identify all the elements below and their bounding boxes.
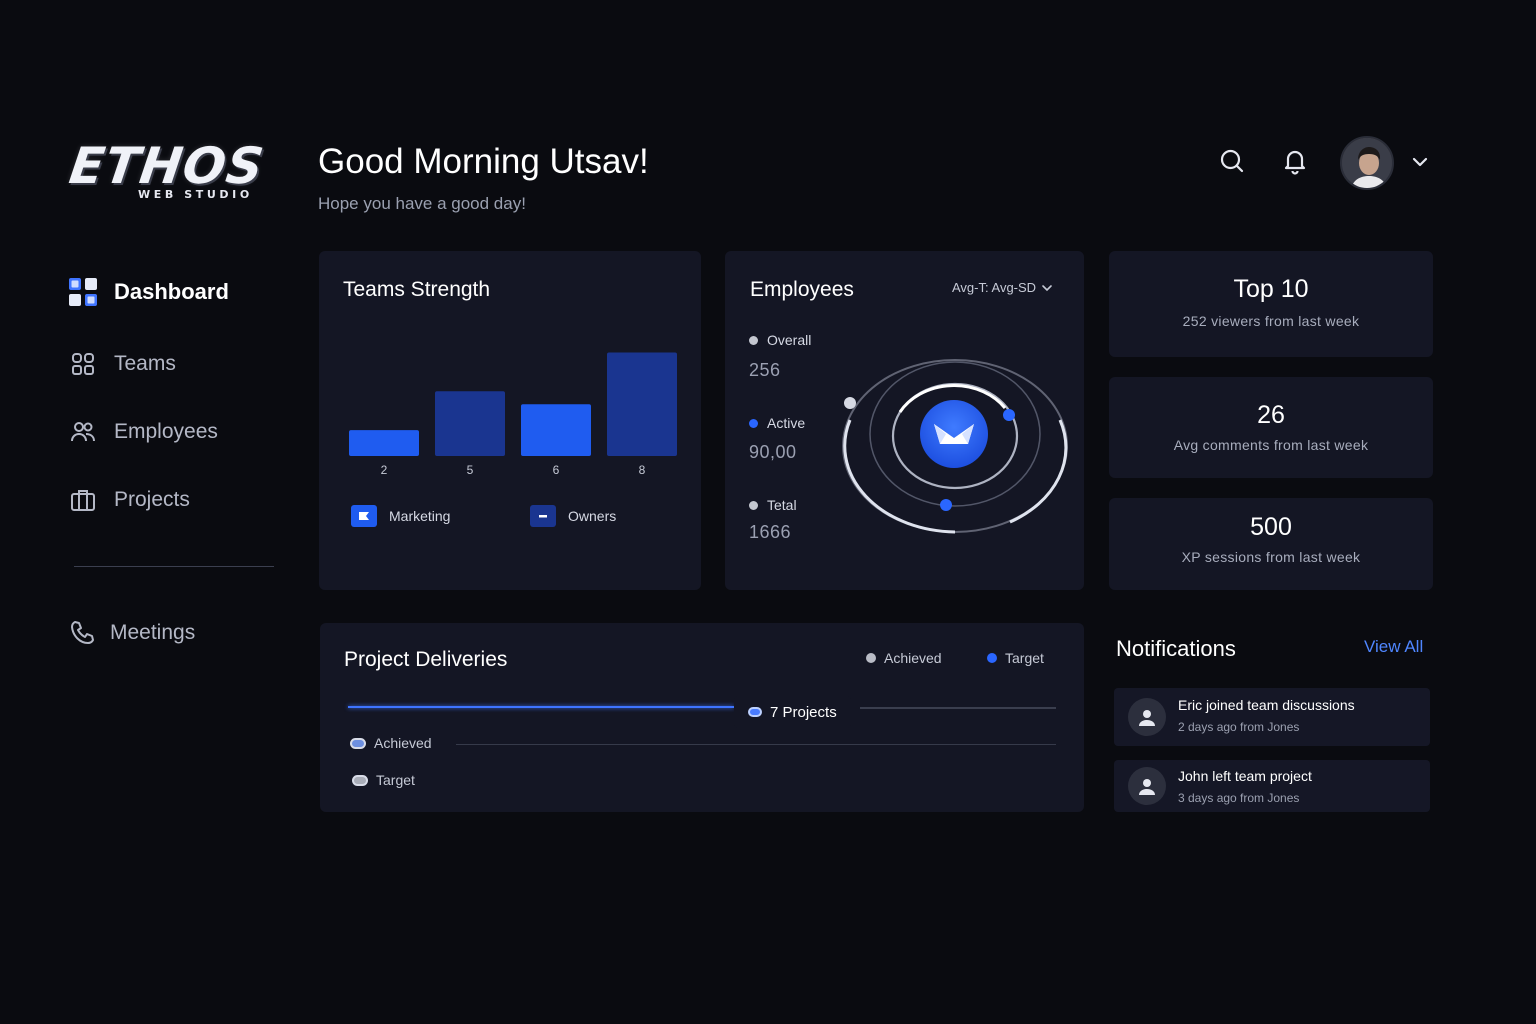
sidebar-item-label: Employees [114,420,218,443]
kpi-card-xp: 500 XP sessions from last week [1109,498,1433,590]
dashboard-page: ETHOS WEB STUDIO Dashboard Teams Employe… [0,0,1536,1024]
kpi-value: 500 [1250,513,1292,541]
notification-meta: 3 days ago from Jones [1178,791,1300,805]
user-icon [1128,698,1166,736]
phone-icon [66,616,100,650]
progress-line-achieved [348,706,734,708]
teams-strength-card: Teams Strength 2568 Marketing Owners [319,251,701,590]
chevron-down-icon [1042,284,1052,291]
notification-text: Eric joined team discussions [1178,697,1355,713]
sidebar-item-dashboard[interactable]: Dashboard [66,272,229,312]
stat-value-active: 90,00 [749,442,797,462]
notification-item[interactable]: John left team project 3 days ago from J… [1114,760,1430,812]
bar-2[interactable] [349,430,419,456]
stat-value-total: 1666 [749,522,792,542]
notification-text: John left team project [1178,768,1312,784]
avatar[interactable] [1340,136,1394,190]
view-all-link[interactable]: View All [1364,637,1423,657]
teams-strength-chart: 2 5 6 8 [349,352,677,477]
sidebar-item-meetings[interactable]: Meetings [66,613,195,653]
bar-6[interactable] [521,404,591,456]
sidebar-item-label: Teams [114,352,176,375]
stat-value-overall: 256 [749,360,781,380]
card-title: Project Deliveries [344,648,508,671]
tick-label: 6 [553,463,560,477]
tick-label: 5 [467,463,474,477]
teams-icon [66,347,100,381]
employees-orbit-graphic [842,359,1068,534]
stat-label-overall: Overall [749,332,811,348]
minus-icon [530,505,556,527]
notifications-title: Notifications [1116,636,1236,661]
bar-8[interactable] [607,352,677,456]
dropdown-value: Avg-T: Avg-SD [952,280,1037,295]
kpi-card-top10: Top 10 252 viewers from last week [1109,251,1433,357]
logo-subtext: WEB STUDIO [138,188,253,201]
project-deliveries-card: Project Deliveries [320,623,1084,812]
row-line [456,744,1056,745]
stat-label-total: Tetal [749,497,797,513]
sidebar-item-label: Projects [114,488,190,511]
row-target: Target [352,772,415,788]
employees-filter-dropdown[interactable]: Avg-T: Avg-SD [952,280,1054,295]
legend-item-owners[interactable]: Owners [530,505,616,527]
chevron-down-icon[interactable] [1405,147,1435,177]
sidebar-item-employees[interactable]: Employees [66,412,218,452]
notification-meta: 2 days ago from Jones [1178,720,1300,734]
page-title: Good Morning Utsav! [318,142,649,181]
search-icon[interactable] [1217,146,1247,176]
brand-logo[interactable]: ETHOS WEB STUDIO [66,137,270,210]
legend-label: Owners [568,508,617,524]
sidebar-item-projects[interactable]: Projects [66,480,190,520]
kpi-description: Avg comments from last week [1173,437,1369,453]
kpi-value: Top 10 [1233,275,1309,303]
employees-icon [66,415,100,449]
legend-label: Marketing [389,508,451,524]
stat-label-active: Active [749,415,805,431]
projects-count-tag: 7 Projects [734,696,851,728]
legend-item-target[interactable]: Target [987,650,1044,666]
progress-line-remaining [860,707,1056,709]
row-achieved: Achieved [350,735,432,751]
kpi-card-comments: 26 Avg comments from last week [1109,377,1433,478]
notification-item[interactable]: Eric joined team discussions 2 days ago … [1114,688,1430,746]
sidebar-item-label: Dashboard [114,279,229,304]
tick-label: 2 [381,463,388,477]
legend-item-achieved[interactable]: Achieved [866,650,942,666]
bar-5[interactable] [435,391,505,456]
flag-icon [351,505,377,527]
logo-text: ETHOS [65,137,268,195]
sidebar-item-label: Meetings [110,621,196,644]
kpi-description: XP sessions from last week [1181,549,1361,565]
card-title: Employees [750,278,854,301]
dashboard-icon [66,275,100,309]
legend-item-marketing[interactable]: Marketing [351,505,450,527]
briefcase-icon [66,483,100,517]
bell-icon[interactable] [1280,146,1310,176]
kpi-value: 26 [1257,401,1285,429]
page-subtitle: Hope you have a good day! [318,194,526,213]
sidebar-divider [74,566,274,567]
tick-label: 8 [639,463,646,477]
sidebar-item-teams[interactable]: Teams [66,344,176,384]
user-icon [1128,767,1166,805]
kpi-description: 252 viewers from last week [1182,313,1360,329]
